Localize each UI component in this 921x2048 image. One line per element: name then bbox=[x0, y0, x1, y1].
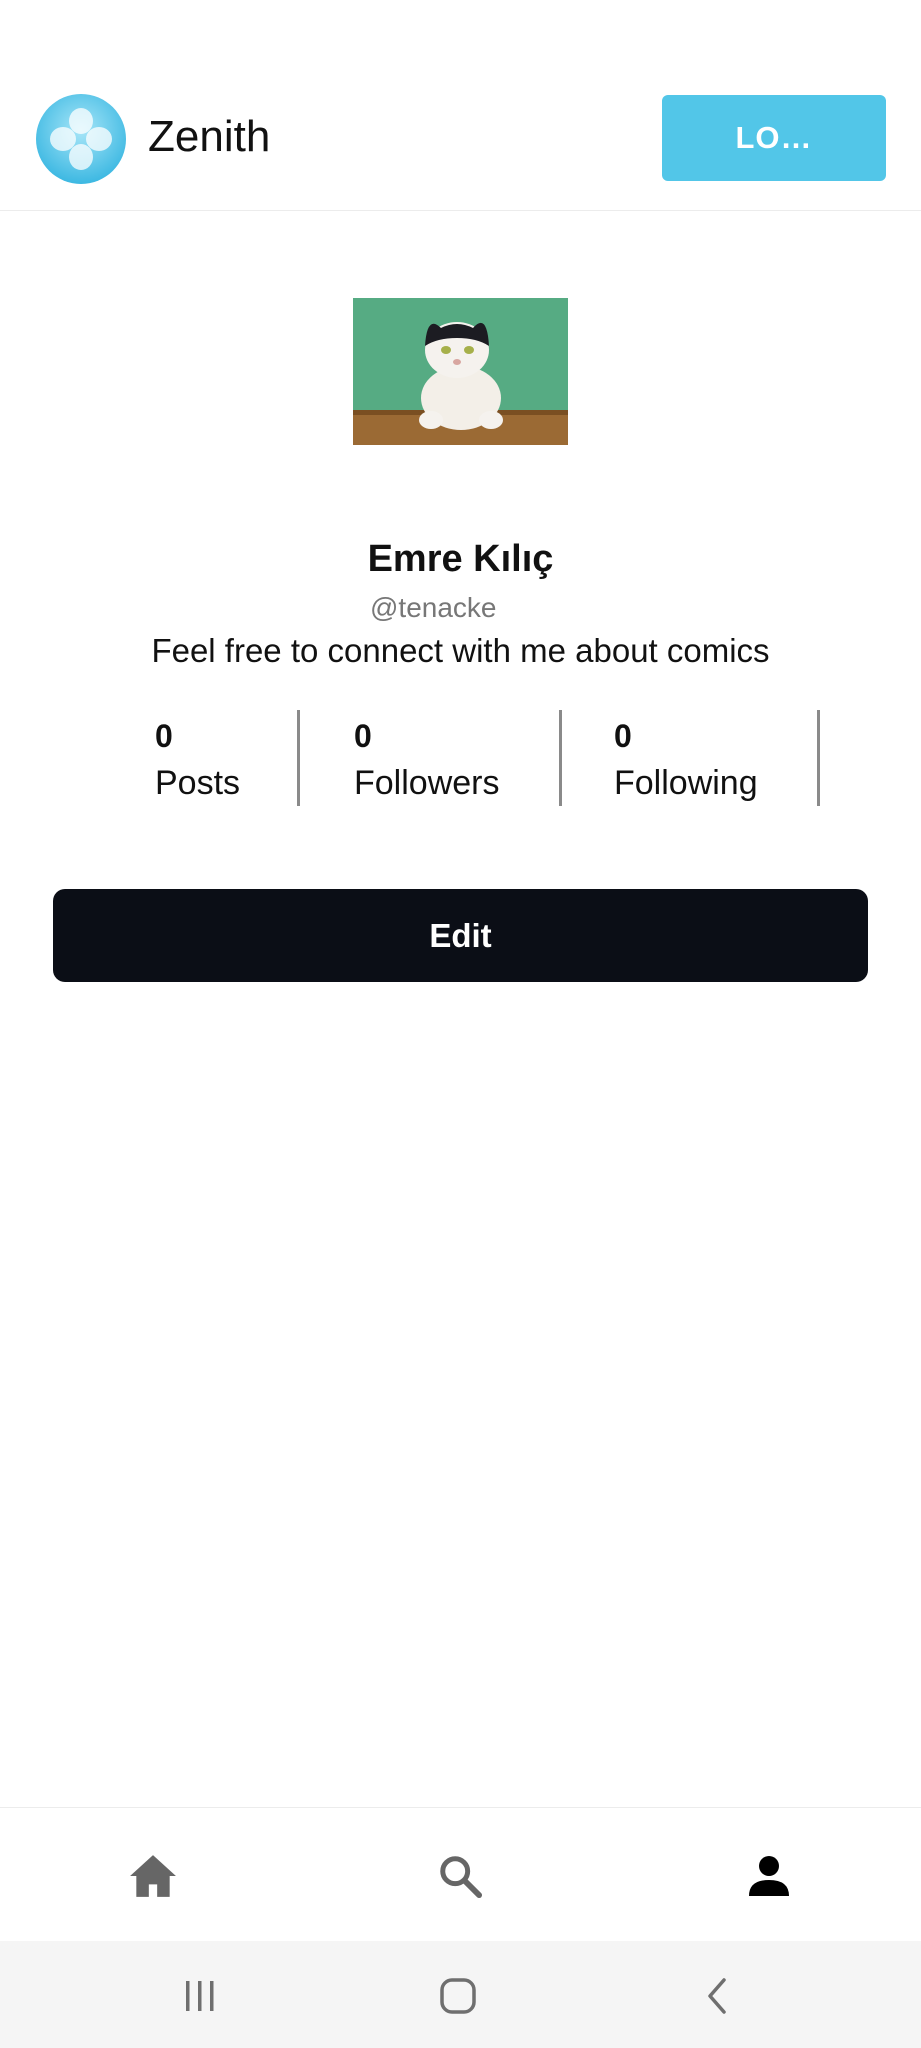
nav-home[interactable] bbox=[125, 1848, 181, 1904]
system-navigation-bar bbox=[0, 1941, 921, 2048]
profile-handle: @tenacke bbox=[370, 592, 497, 623]
system-back-button[interactable] bbox=[692, 1971, 742, 2021]
nav-profile[interactable] bbox=[741, 1848, 797, 1904]
profile-photo bbox=[353, 298, 568, 445]
search-icon bbox=[440, 1856, 483, 1899]
system-home-button[interactable] bbox=[433, 1971, 483, 2021]
zenith-logo-icon bbox=[36, 94, 126, 184]
home-icon bbox=[130, 1855, 176, 1897]
home-button-icon bbox=[440, 1978, 476, 2014]
login-button[interactable]: LO… bbox=[662, 95, 886, 181]
edit-profile-button[interactable]: Edit bbox=[53, 889, 868, 982]
recent-apps-button[interactable] bbox=[175, 1971, 225, 2021]
stat-divider bbox=[297, 710, 300, 806]
following-count: 0 bbox=[614, 718, 632, 754]
following-label: Following bbox=[614, 764, 758, 802]
posts-count: 0 bbox=[155, 718, 173, 754]
bottom-navigation bbox=[0, 1807, 921, 1941]
stat-divider bbox=[817, 710, 820, 806]
profile-display-name: Emre Kılıç bbox=[367, 538, 554, 580]
posts-label: Posts bbox=[155, 764, 241, 802]
followers-label: Followers bbox=[354, 764, 500, 802]
person-icon bbox=[749, 1856, 789, 1896]
recent-apps-icon bbox=[186, 1981, 214, 2011]
stat-divider bbox=[559, 710, 562, 806]
profile-bio: Feel free to connect with me about comic… bbox=[151, 632, 770, 669]
followers-count: 0 bbox=[354, 718, 372, 754]
nav-search[interactable] bbox=[432, 1848, 488, 1904]
back-icon bbox=[708, 1978, 726, 2014]
app-header: Zenith LO… bbox=[0, 0, 921, 211]
profile-stats: 0 Posts 0 Followers 0 Following bbox=[0, 710, 921, 806]
app-title: Zenith bbox=[148, 112, 271, 161]
